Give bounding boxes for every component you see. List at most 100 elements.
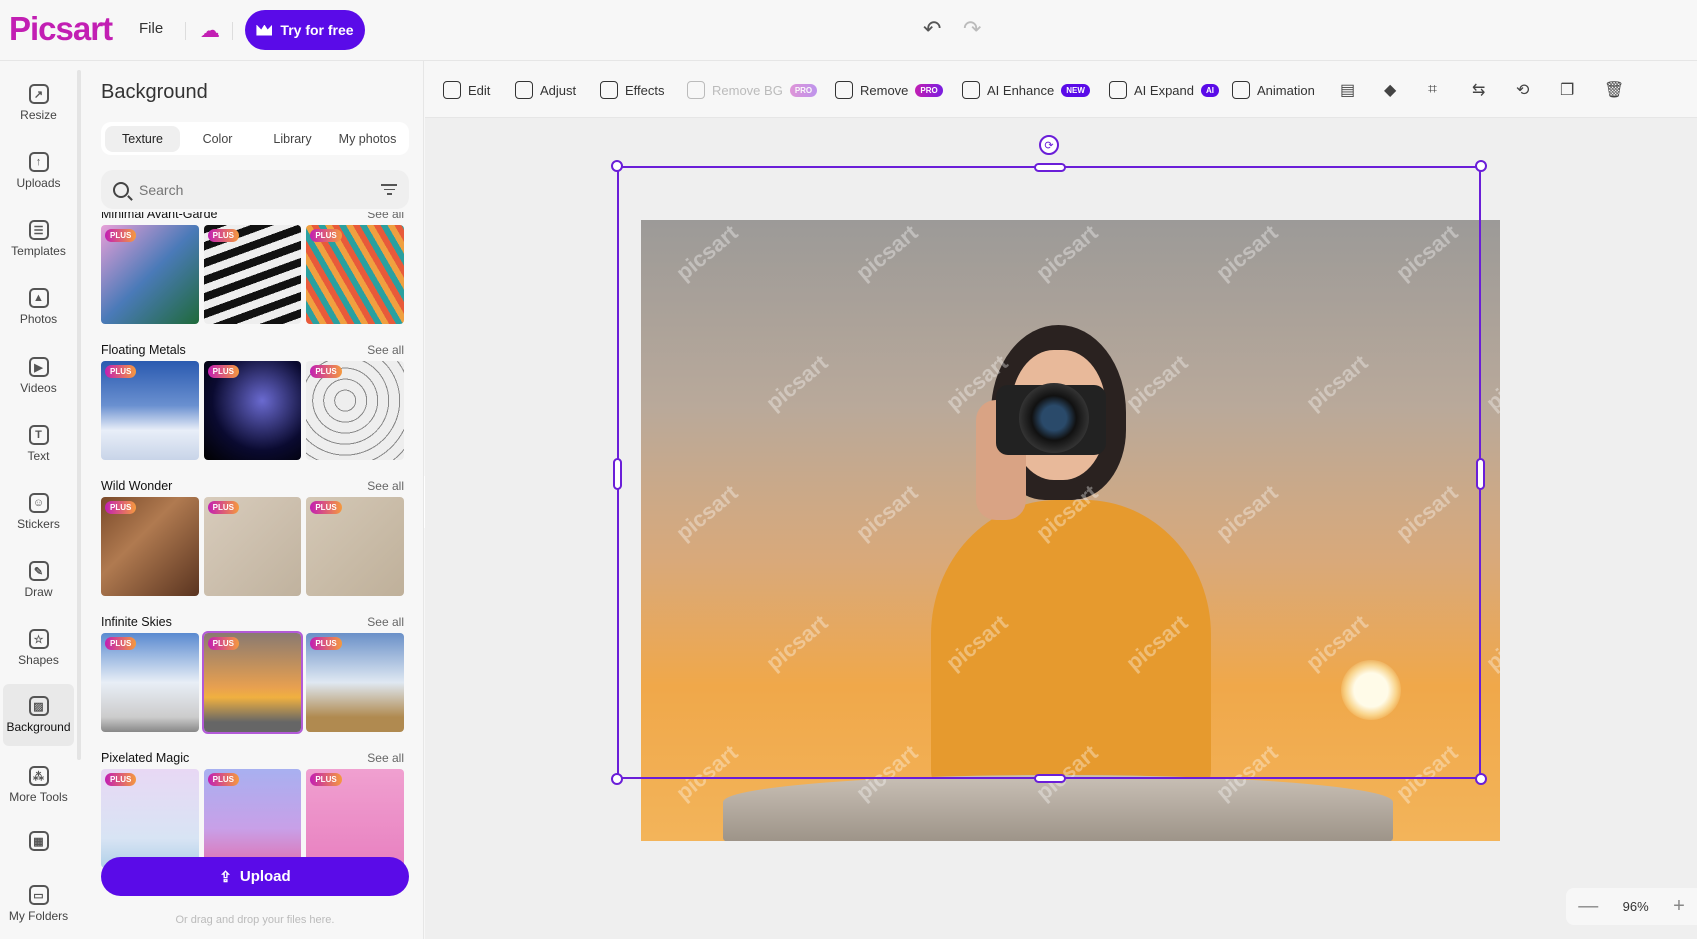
- edit-icon: [443, 81, 461, 99]
- duplicate-icon[interactable]: ❐: [1560, 78, 1574, 102]
- resize-handle[interactable]: [611, 773, 623, 785]
- pro-badge: PRO: [915, 83, 943, 97]
- see-all-link[interactable]: See all: [367, 343, 404, 357]
- tool-remove-bg[interactable]: Remove BG PRO: [687, 78, 818, 102]
- undo-icon[interactable]: ↶: [923, 16, 941, 42]
- plus-badge: PLUS: [105, 365, 137, 378]
- sidebar-item-photos[interactable]: ▲ Photos: [3, 276, 74, 338]
- sidebar-item-apps[interactable]: ▦: [3, 810, 74, 872]
- sidebar-item-background[interactable]: ▨ Background: [3, 684, 74, 746]
- cloud-saved-icon[interactable]: ☁: [198, 18, 222, 42]
- texture-section: Pixelated Magic See all PLUS PLUS PLUS: [101, 745, 405, 868]
- pro-badge: PRO: [789, 83, 818, 97]
- section-title: Pixelated Magic: [101, 751, 190, 765]
- texture-thumbnail[interactable]: PLUS: [306, 361, 405, 460]
- sidebar-item-more-tools[interactable]: ⁂ More Tools: [3, 754, 74, 816]
- sidebar-item-templates[interactable]: ☰ Templates: [3, 208, 74, 270]
- replace-icon[interactable]: ⇆: [1472, 78, 1485, 102]
- plus-badge: PLUS: [310, 365, 342, 378]
- tool-ai-expand[interactable]: AI Expand AI: [1109, 78, 1219, 102]
- watermark: picsart: [1481, 349, 1500, 416]
- texture-thumbnail[interactable]: PLUS: [306, 497, 405, 596]
- texture-thumbnail[interactable]: PLUS: [306, 633, 405, 732]
- resize-handle[interactable]: [1034, 774, 1066, 783]
- sidebar-item-videos[interactable]: ▶ Videos: [3, 345, 74, 407]
- tab-my-photos[interactable]: My photos: [330, 126, 405, 152]
- sidebar-item-resize[interactable]: ↗ Resize: [3, 72, 74, 134]
- more-tools-icon: ⁂: [28, 766, 49, 786]
- see-all-link[interactable]: See all: [367, 751, 404, 765]
- texture-thumbnail[interactable]: PLUS: [201, 631, 304, 734]
- sidebar-item-draw[interactable]: ✎ Draw: [3, 549, 74, 611]
- tool-ai-enhance[interactable]: AI Enhance NEW: [962, 78, 1090, 102]
- resize-handle[interactable]: [1475, 773, 1487, 785]
- sidebar-item-my-folders[interactable]: ▭ My Folders: [3, 873, 74, 935]
- plus-badge: PLUS: [207, 637, 240, 650]
- see-all-link[interactable]: See all: [367, 615, 404, 629]
- texture-thumbnail[interactable]: PLUS: [203, 497, 302, 596]
- resize-handle[interactable]: [613, 458, 622, 490]
- upload-button[interactable]: ⇪ Upload: [101, 857, 409, 896]
- resize-handle[interactable]: [1034, 163, 1066, 172]
- eraser-icon[interactable]: ◆: [1384, 78, 1396, 102]
- texture-thumbnail[interactable]: PLUS: [101, 633, 199, 732]
- search-input[interactable]: [139, 181, 371, 198]
- try-for-free-button[interactable]: Try for free: [245, 10, 365, 50]
- see-all-link[interactable]: See all: [367, 212, 404, 221]
- sidebar-item-label: My Folders: [8, 909, 69, 923]
- resize-handle[interactable]: [611, 160, 623, 172]
- resize-handle[interactable]: [1476, 458, 1485, 490]
- filter-icon[interactable]: [381, 184, 397, 195]
- texture-thumbnail[interactable]: PLUS: [101, 497, 199, 596]
- tool-animation[interactable]: Animation: [1232, 78, 1315, 102]
- tab-color[interactable]: Color: [180, 126, 255, 152]
- texture-thumbnail[interactable]: PLUS: [306, 225, 405, 324]
- texture-thumbnail[interactable]: PLUS: [101, 225, 199, 324]
- redo-icon[interactable]: ↷: [963, 16, 981, 42]
- texture-thumbnail[interactable]: PLUS: [203, 769, 302, 868]
- tool-effects[interactable]: Effects: [600, 78, 665, 102]
- edit-toolbar: Edit Adjust Effects Remove BG PRO Remove PRO AI…: [425, 62, 1697, 118]
- rotate-handle-icon[interactable]: ⟳: [1039, 135, 1059, 155]
- tool-edit[interactable]: Edit: [443, 78, 490, 102]
- tool-remove[interactable]: Remove PRO: [835, 78, 943, 102]
- panel-tabs: Texture Color Library My photos: [101, 122, 409, 155]
- top-header: Picsart File ☁ Try for free ↶ ↷: [0, 0, 1697, 61]
- texture-thumbnail[interactable]: PLUS: [203, 361, 302, 460]
- fx-icon: [600, 81, 618, 99]
- plus-badge: PLUS: [105, 501, 137, 514]
- resize-handle[interactable]: [1475, 160, 1487, 172]
- texture-section: Wild Wonder See all PLUS PLUS PLUS: [101, 473, 405, 596]
- rail-scrollbar[interactable]: [77, 70, 81, 760]
- see-all-link[interactable]: See all: [367, 479, 404, 493]
- sidebar-item-shapes[interactable]: ☆ Shapes: [3, 617, 74, 679]
- section-title: Wild Wonder: [101, 479, 173, 493]
- texture-thumbnail[interactable]: PLUS: [306, 769, 405, 868]
- plus-badge: PLUS: [207, 365, 240, 378]
- sidebar-item-stickers[interactable]: ☺ Stickers: [3, 481, 74, 543]
- align-icon[interactable]: ▤: [1340, 78, 1355, 102]
- texture-thumbnail[interactable]: PLUS: [101, 769, 199, 868]
- tool-label: Effects: [625, 82, 665, 98]
- picsart-logo[interactable]: Picsart: [9, 10, 113, 48]
- zoom-level[interactable]: 96%: [1623, 899, 1649, 914]
- texture-thumbnail[interactable]: PLUS: [101, 361, 199, 460]
- sidebar-item-text[interactable]: T Text: [3, 413, 74, 475]
- folder-icon: ▭: [28, 885, 49, 905]
- flip-icon[interactable]: ⟲: [1516, 78, 1529, 102]
- zoom-in-button[interactable]: +: [1673, 895, 1685, 918]
- texture-thumbnail[interactable]: PLUS: [203, 225, 302, 324]
- file-menu[interactable]: File: [139, 20, 163, 37]
- texture-section: Infinite Skies See all PLUS PLUS PLUS: [101, 609, 405, 734]
- search-box: [101, 170, 409, 209]
- zoom-out-button[interactable]: —: [1578, 895, 1598, 918]
- selection-box[interactable]: [611, 160, 1487, 785]
- tool-adjust[interactable]: Adjust: [515, 78, 576, 102]
- video-icon: ▶: [28, 357, 49, 377]
- sticker-icon: ☺: [28, 493, 49, 513]
- tab-library[interactable]: Library: [255, 126, 330, 152]
- trash-icon[interactable]: 🗑: [1604, 78, 1624, 102]
- tab-texture[interactable]: Texture: [105, 125, 180, 152]
- sidebar-item-uploads[interactable]: ↑ Uploads: [3, 140, 74, 202]
- crop-icon[interactable]: ⌗: [1428, 78, 1437, 102]
